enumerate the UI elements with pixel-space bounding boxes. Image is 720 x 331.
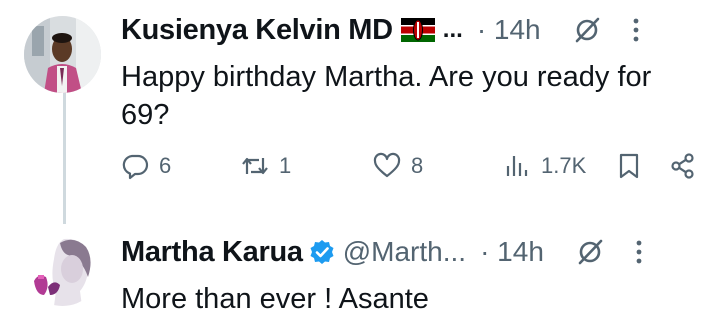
tweet-timestamp[interactable]: · 14h <box>480 236 544 268</box>
views-count: 1.7K <box>541 153 587 178</box>
tweet-text: More than ever ! Asante <box>121 283 429 315</box>
verified-badge-icon[interactable] <box>309 239 335 265</box>
name-ellipsis: ... <box>442 16 463 43</box>
display-name[interactable]: Martha Karua <box>121 236 303 269</box>
views-icon <box>506 156 528 176</box>
bookmark-button[interactable] <box>615 148 643 184</box>
reply-count: 6 <box>159 153 172 178</box>
tweet-content: Kusienya Kelvin MD ... · 14h Happy birth… <box>121 8 700 134</box>
tweet-timestamp[interactable]: · 14h <box>477 14 541 46</box>
tweet-actions: 6 1 8 1.7K <box>121 148 701 184</box>
more-icon[interactable] <box>634 238 644 266</box>
avatar[interactable] <box>24 229 101 306</box>
share-button[interactable] <box>669 148 697 184</box>
like-button[interactable]: 8 <box>373 148 423 184</box>
avatar-image <box>24 16 101 93</box>
tweet-text: Happy birthday Martha. Are you ready for… <box>121 61 652 131</box>
user-handle[interactable]: @Marth... <box>343 236 466 268</box>
repost-button[interactable]: 1 <box>241 148 291 184</box>
reply-button[interactable]: 6 <box>121 148 171 184</box>
bookmark-icon <box>619 153 639 179</box>
kenya-flag-icon <box>400 18 435 42</box>
heart-icon <box>373 152 401 178</box>
grok-icon[interactable] <box>573 16 601 44</box>
grok-icon[interactable] <box>576 238 604 266</box>
tweet-kusienya[interactable]: Kusienya Kelvin MD ... · 14h Happy birth… <box>0 0 720 210</box>
like-count: 8 <box>411 153 424 178</box>
tweet-header: Kusienya Kelvin MD ... · 14h <box>121 8 700 52</box>
views-button[interactable]: 1.7K <box>503 148 586 184</box>
display-name[interactable]: Kusienya Kelvin MD <box>121 14 393 47</box>
tweet-content: Martha Karua @Marth... · 14h More than e <box>121 230 700 318</box>
avatar[interactable] <box>24 16 101 93</box>
more-icon[interactable] <box>631 16 641 44</box>
reply-icon <box>122 154 149 180</box>
share-icon <box>671 153 694 179</box>
repost-icon <box>242 157 268 175</box>
avatar-image <box>24 229 101 306</box>
repost-count: 1 <box>279 153 292 178</box>
tweet-martha-karua[interactable]: Martha Karua @Marth... · 14h More than e <box>0 212 720 331</box>
tweet-header: Martha Karua @Marth... · 14h <box>121 230 700 274</box>
reply-thread: Kusienya Kelvin MD ... · 14h Happy birth… <box>0 0 720 331</box>
